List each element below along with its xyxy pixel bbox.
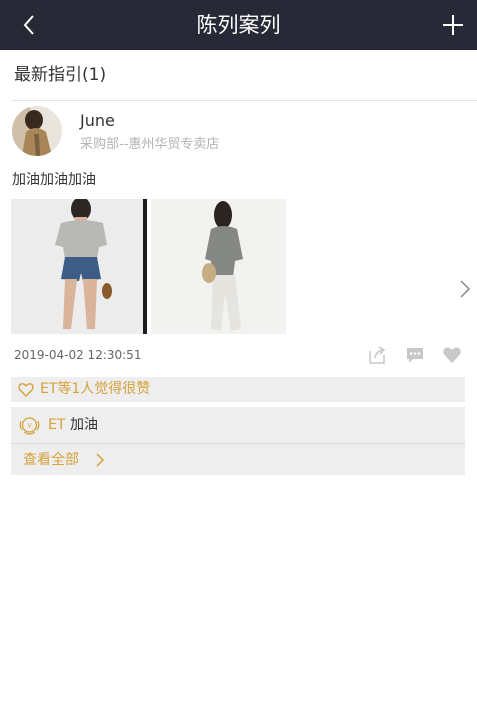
comment-text: 加油 <box>70 417 98 433</box>
section-heading: 最新指引(1) <box>14 65 107 85</box>
post-author-name[interactable]: June <box>80 110 115 132</box>
avatar[interactable] <box>12 106 62 156</box>
share-icon[interactable] <box>367 345 387 365</box>
page-title: 陈列案列 <box>196 13 281 37</box>
post-timestamp: 2019-04-02 12:30:51 <box>14 348 142 362</box>
view-all-label: 查看全部 <box>23 452 79 468</box>
likes-summary: ET等1人觉得很赞 <box>11 377 465 402</box>
comment-icon[interactable] <box>405 345 425 365</box>
heart-icon[interactable] <box>442 345 462 365</box>
comment-author[interactable]: ET <box>48 415 65 435</box>
chevron-right-icon <box>96 453 105 467</box>
likes-text: ET等1人觉得很赞 <box>40 381 151 397</box>
post-photo-2[interactable] <box>151 199 286 334</box>
top-nav-bar: 陈列案列 <box>0 0 477 50</box>
svg-text:V: V <box>27 423 32 430</box>
plus-icon[interactable] <box>440 12 466 38</box>
divider <box>11 100 477 101</box>
post-author-department: 采购部--惠州华贸专卖店 <box>80 137 220 152</box>
chevron-right-icon[interactable] <box>457 279 473 299</box>
post-text: 加油加油加油 <box>12 172 96 188</box>
heart-outline-icon <box>18 383 34 397</box>
comment-item: V ET 加油 <box>11 407 465 443</box>
post-photo-1[interactable] <box>11 199 147 334</box>
vip-badge-icon: V <box>19 417 40 435</box>
view-all-comments-button[interactable]: 查看全部 <box>11 444 465 475</box>
